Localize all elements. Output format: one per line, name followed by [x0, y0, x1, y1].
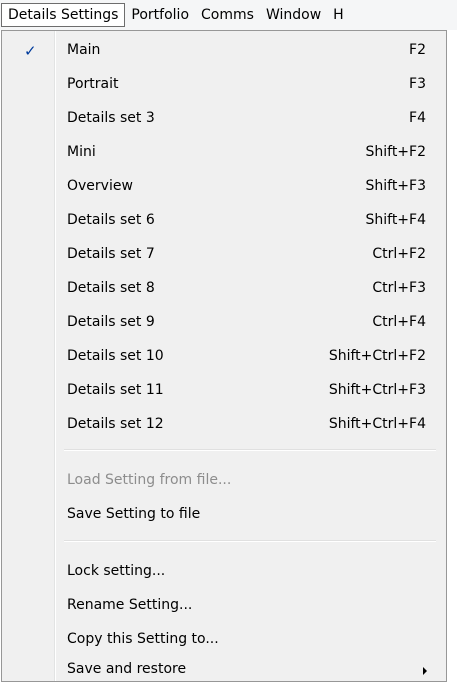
- menu-item-save-and-restore[interactable]: Save and restore: [2, 653, 446, 681]
- menu-separator: [64, 540, 436, 542]
- menu-item-label: Details set 7: [67, 246, 155, 262]
- menu-item-copy-setting-to[interactable]: Copy this Setting to...: [2, 623, 446, 657]
- menu-item-mini[interactable]: Mini Shift+F2: [2, 136, 446, 170]
- menu-item-shortcut: Shift+F4: [365, 212, 426, 228]
- menu-item-details-set-11[interactable]: Details set 11 Shift+Ctrl+F3: [2, 374, 446, 408]
- menu-item-label: Main: [67, 42, 101, 58]
- menu-item-details-set-9[interactable]: Details set 9 Ctrl+F4: [2, 306, 446, 340]
- menu-item-label: Details set 8: [67, 280, 155, 296]
- menu-item-label: Mini: [67, 144, 96, 160]
- menu-details-settings[interactable]: Details Settings: [1, 3, 126, 27]
- menu-item-shortcut: Shift+F2: [365, 144, 426, 160]
- menu-item-shortcut: Shift+Ctrl+F2: [328, 348, 426, 364]
- menu-item-label: Details set 11: [67, 382, 164, 398]
- menu-item-label: Lock setting...: [67, 563, 166, 579]
- menu-comms[interactable]: Comms: [195, 4, 260, 26]
- menu-item-label: Details set 12: [67, 416, 164, 432]
- menu-item-details-set-7[interactable]: Details set 7 Ctrl+F2: [2, 238, 446, 272]
- menu-item-load-setting-from-file: Load Setting from file...: [2, 464, 446, 498]
- menu-item-details-set-12[interactable]: Details set 12 Shift+Ctrl+F4: [2, 408, 446, 442]
- menu-item-label: Copy this Setting to...: [67, 631, 219, 647]
- menu-item-lock-setting[interactable]: Lock setting...: [2, 555, 446, 589]
- menu-item-main[interactable]: ✓ Main F2: [2, 34, 446, 68]
- menu-item-label: Details set 3: [67, 110, 155, 126]
- menu-item-save-setting-to-file[interactable]: Save Setting to file: [2, 498, 446, 532]
- menu-item-rename-setting[interactable]: Rename Setting...: [2, 589, 446, 623]
- menu-item-shortcut: Shift+Ctrl+F3: [328, 382, 426, 398]
- menu-item-label: Save Setting to file: [67, 506, 201, 522]
- submenu-arrow-icon: [423, 667, 427, 675]
- menu-item-label: Details set 6: [67, 212, 155, 228]
- menu-item-overview[interactable]: Overview Shift+F3: [2, 170, 446, 204]
- menu-item-label: Rename Setting...: [67, 597, 193, 613]
- menu-help[interactable]: H: [327, 4, 344, 26]
- menu-item-label: Details set 9: [67, 314, 155, 330]
- checkmark-icon: ✓: [24, 42, 37, 60]
- menu-item-shortcut: Ctrl+F3: [372, 280, 426, 296]
- menu-item-portrait[interactable]: Portrait F3: [2, 68, 446, 102]
- menu-item-shortcut: Shift+Ctrl+F4: [328, 416, 426, 432]
- menu-item-label: Details set 10: [67, 348, 164, 364]
- menu-separator: [64, 449, 436, 451]
- details-settings-dropdown: ✓ Main F2 Portrait F3 Details set 3 F4 M…: [1, 30, 447, 682]
- menu-window[interactable]: Window: [260, 4, 327, 26]
- menu-item-shortcut: Shift+F3: [365, 178, 426, 194]
- menu-item-details-set-10[interactable]: Details set 10 Shift+Ctrl+F2: [2, 340, 446, 374]
- menu-item-label: Save and restore: [67, 661, 187, 677]
- menu-item-label: Overview: [67, 178, 133, 194]
- menu-bar: Details Settings Portfolio Comms Window …: [0, 0, 457, 30]
- menu-item-details-set-8[interactable]: Details set 8 Ctrl+F3: [2, 272, 446, 306]
- menu-item-shortcut: F3: [409, 76, 426, 92]
- menu-item-shortcut: F2: [409, 42, 426, 58]
- menu-item-details-set-6[interactable]: Details set 6 Shift+F4: [2, 204, 446, 238]
- menu-item-shortcut: Ctrl+F4: [372, 314, 426, 330]
- menu-item-shortcut: F4: [409, 110, 426, 126]
- menu-portfolio[interactable]: Portfolio: [125, 4, 195, 26]
- menu-item-label: Portrait: [67, 76, 119, 92]
- menu-item-details-set-3[interactable]: Details set 3 F4: [2, 102, 446, 136]
- menu-item-label: Load Setting from file...: [67, 472, 232, 488]
- menu-item-shortcut: Ctrl+F2: [372, 246, 426, 262]
